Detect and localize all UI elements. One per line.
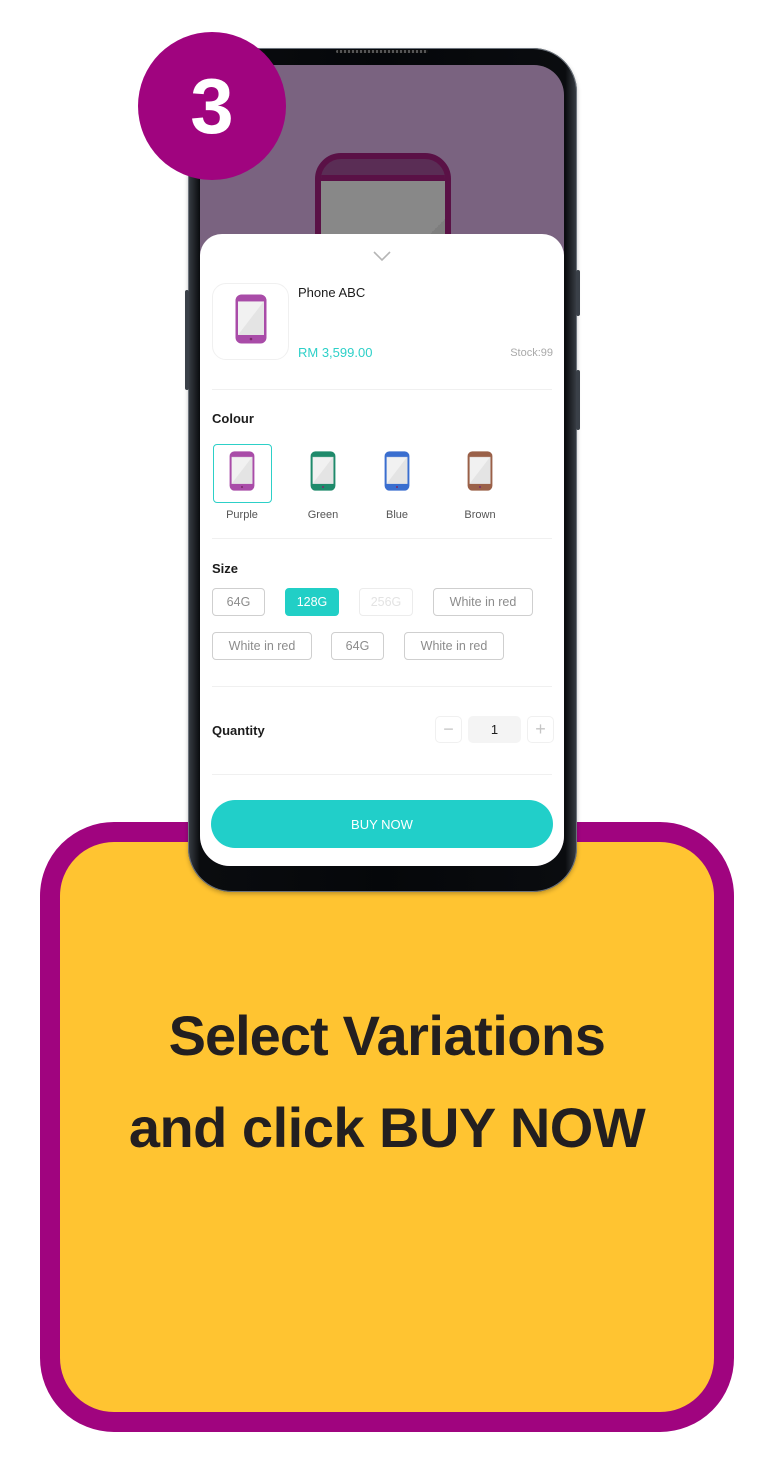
speaker-grille bbox=[336, 50, 428, 53]
variation-bottom-sheet: Phone ABC RM 3,599.00 Stock:99 Colour Pu… bbox=[200, 234, 564, 866]
power-button bbox=[576, 370, 580, 430]
chevron-down-icon[interactable] bbox=[373, 250, 391, 262]
colour-options: Purple Green Blue Brown bbox=[212, 444, 552, 524]
size-chip-white-in-red[interactable]: White in red bbox=[404, 632, 504, 660]
quantity-increment-button[interactable]: + bbox=[527, 716, 554, 743]
size-chip-64g[interactable]: 64G bbox=[212, 588, 265, 616]
size-chip-white-in-red[interactable]: White in red bbox=[212, 632, 312, 660]
phone-icon bbox=[467, 451, 493, 496]
phone-icon bbox=[229, 451, 255, 496]
instruction-text: Select Variations and click BUY NOW bbox=[60, 990, 714, 1174]
product-price: RM 3,599.00 bbox=[298, 345, 373, 360]
plus-icon: + bbox=[535, 719, 546, 739]
product-thumbnail bbox=[212, 283, 289, 360]
divider bbox=[212, 389, 552, 390]
quantity-label: Quantity bbox=[212, 723, 265, 738]
instruction-line2: and click BUY NOW bbox=[128, 1096, 646, 1159]
minus-icon: − bbox=[443, 719, 454, 739]
size-chip-256g: 256G bbox=[359, 588, 413, 616]
instruction-line1-rest: Variations bbox=[327, 1004, 606, 1067]
product-name: Phone ABC bbox=[298, 285, 366, 300]
buy-now-button[interactable]: BUY NOW bbox=[211, 800, 553, 848]
colour-option-brown[interactable]: Brown bbox=[450, 444, 510, 521]
phone-screen: Phone ABC RM 3,599.00 Stock:99 Colour Pu… bbox=[200, 65, 564, 866]
product-stock: Stock:99 bbox=[510, 347, 553, 359]
divider bbox=[212, 686, 552, 687]
size-chip-white-in-red[interactable]: White in red bbox=[433, 588, 533, 616]
phone-mockup: Phone ABC RM 3,599.00 Stock:99 Colour Pu… bbox=[185, 48, 580, 892]
colour-option-blue[interactable]: Blue bbox=[367, 444, 427, 521]
step-number-badge: 3 bbox=[138, 32, 286, 180]
phone-icon bbox=[310, 451, 336, 496]
instruction-card: Select Variations and click BUY NOW bbox=[40, 822, 734, 1432]
divider bbox=[212, 538, 552, 539]
quantity-decrement-button[interactable]: − bbox=[435, 716, 462, 743]
colour-label: Colour bbox=[212, 411, 254, 426]
quantity-input[interactable] bbox=[468, 716, 521, 743]
volume-button bbox=[185, 290, 189, 390]
divider bbox=[212, 774, 552, 775]
colour-option-purple[interactable]: Purple bbox=[212, 444, 272, 521]
size-label: Size bbox=[212, 561, 239, 576]
phone-icon bbox=[235, 294, 267, 349]
size-chip-128g[interactable]: 128G bbox=[285, 588, 339, 616]
side-button-upper bbox=[576, 270, 580, 316]
phone-icon bbox=[384, 451, 410, 496]
instruction-strong: Select bbox=[168, 1004, 329, 1067]
size-chip-64g[interactable]: 64G bbox=[331, 632, 384, 660]
colour-option-green[interactable]: Green bbox=[293, 444, 353, 521]
